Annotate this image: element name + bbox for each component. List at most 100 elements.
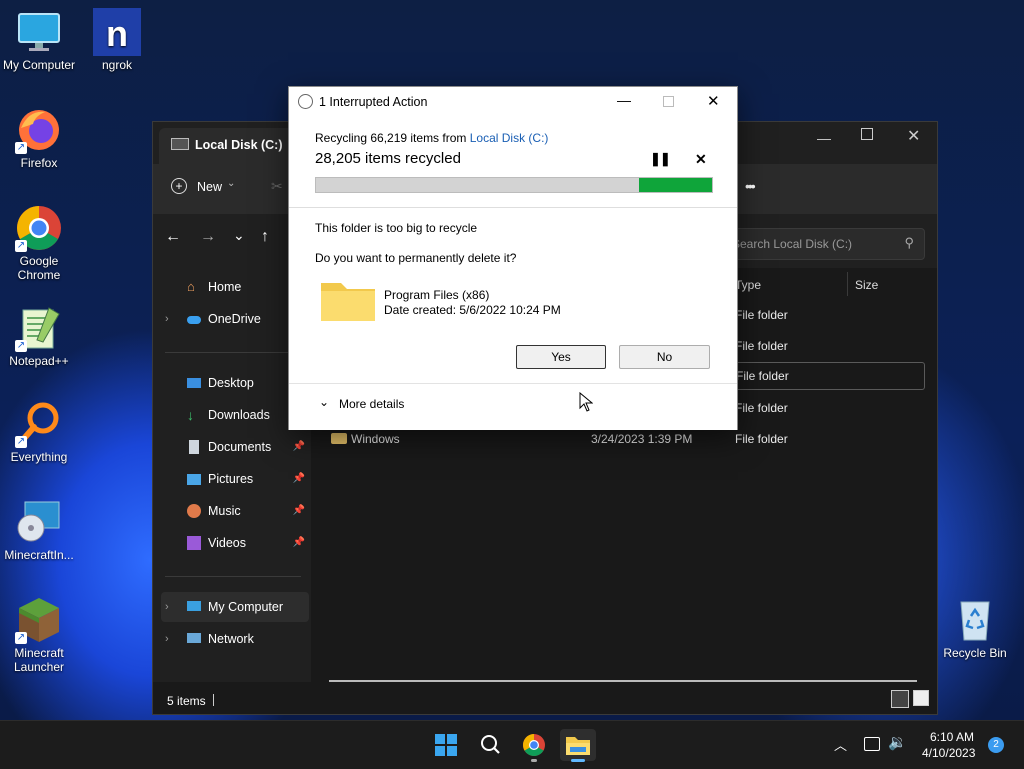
cut-icon[interactable]: ✂: [271, 178, 283, 195]
pause-button[interactable]: ❚❚: [650, 151, 671, 167]
search-input[interactable]: Search Local Disk (C:) ⚲: [723, 228, 925, 260]
dialog-title: 1 Interrupted Action: [319, 95, 428, 109]
music-icon: [187, 504, 201, 518]
nav-item-label: Pictures: [208, 472, 254, 486]
nav-item-label: Downloads: [208, 408, 270, 422]
chrome-icon: [523, 734, 545, 756]
desktop-icon-minecraft-installer[interactable]: MinecraftIn...: [1, 498, 77, 562]
installer-disc-icon: [15, 498, 63, 546]
see-more-button[interactable]: •••: [745, 178, 756, 194]
recent-chevron-icon[interactable]: ⌄: [233, 227, 245, 244]
notepad-plus-plus-icon: ↗: [15, 304, 63, 352]
search-button[interactable]: [472, 729, 508, 761]
close-button[interactable]: ✕: [707, 92, 720, 110]
show-hidden-icons-chevron[interactable]: ︿: [834, 735, 847, 754]
nav-item-onedrive[interactable]: › OneDrive: [161, 304, 309, 334]
nav-item-label: Music: [208, 504, 241, 518]
interrupted-action-dialog: 1 Interrupted Action — ✕ Recycling 66,21…: [288, 86, 738, 430]
up-arrow-icon[interactable]: ↑: [261, 228, 269, 246]
chevron-down-icon: ⌄: [319, 395, 330, 409]
desktop-icon-google-chrome[interactable]: ↗ Google Chrome: [1, 204, 77, 282]
nav-item-my-computer[interactable]: › My Computer: [161, 592, 309, 622]
more-details-toggle[interactable]: ⌄ More details: [319, 395, 419, 415]
svg-text:n: n: [106, 13, 128, 54]
minimize-button[interactable]: —: [617, 92, 631, 108]
desktop-icon-my-computer[interactable]: My Computer: [1, 8, 77, 72]
pictures-icon: [187, 474, 201, 485]
desktop-icon-everything[interactable]: ↗ Everything: [1, 400, 77, 464]
nav-item-home[interactable]: ⌂ Home: [161, 272, 309, 302]
cancel-button[interactable]: ✕: [695, 151, 707, 168]
nav-divider: [165, 352, 301, 353]
desktop-icon-label: Firefox: [20, 156, 58, 170]
desktop-icon-recycle-bin[interactable]: Recycle Bin: [937, 596, 1013, 660]
desktop-icon-label: Notepad++: [9, 354, 69, 368]
nav-item-downloads[interactable]: ↓ Downloads: [161, 400, 309, 430]
yes-button[interactable]: Yes: [516, 345, 606, 369]
explorer-tab-title: Local Disk (C:): [195, 138, 283, 152]
nav-item-videos[interactable]: Videos 📌: [161, 528, 309, 558]
minimize-button[interactable]: —: [817, 130, 831, 146]
progress-fill: [316, 178, 639, 192]
more-details-label: More details: [339, 397, 405, 411]
nav-item-documents[interactable]: Documents 📌: [161, 432, 309, 462]
active-indicator: [571, 759, 585, 762]
progress-indicator: [639, 178, 712, 192]
nav-item-label: OneDrive: [208, 312, 261, 326]
desktop-icon-notepad-plus-plus[interactable]: ↗ Notepad++: [1, 304, 77, 368]
nav-item-network[interactable]: › Network: [161, 624, 309, 654]
dialog-footer: ⌄ More details: [289, 383, 737, 430]
recycling-line: Recycling 66,219 items from Local Disk (…: [315, 131, 548, 145]
file-explorer-icon: [566, 737, 590, 755]
nav-item-desktop[interactable]: Desktop: [161, 368, 309, 398]
nav-item-music[interactable]: Music 📌: [161, 496, 309, 526]
details-view-icon[interactable]: [891, 690, 909, 708]
shortcut-arrow-icon: ↗: [15, 632, 27, 644]
monitor-icon: [15, 8, 63, 56]
new-button-label: New: [197, 180, 223, 194]
desktop-icon-ngrok[interactable]: n ngrok: [79, 8, 155, 72]
nav-item-label: Desktop: [208, 376, 254, 390]
shortcut-arrow-icon: ↗: [15, 240, 27, 252]
close-button[interactable]: ✕: [907, 126, 920, 146]
document-icon: [189, 440, 199, 454]
chevron-right-icon: ›: [165, 601, 169, 613]
desktop-icon-firefox[interactable]: ↗ Firefox: [1, 106, 77, 170]
shortcut-arrow-icon: ↗: [15, 142, 27, 154]
desktop-icon-label: MinecraftIn...: [4, 548, 74, 562]
new-button[interactable]: + New ⌄: [171, 178, 241, 202]
desktop-icon-minecraft-launcher[interactable]: ↗ Minecraft Launcher: [1, 596, 77, 674]
no-button[interactable]: No: [619, 345, 710, 369]
nav-item-label: Documents: [208, 440, 272, 454]
magnifier-icon: ↗: [15, 400, 63, 448]
forward-arrow-icon[interactable]: →: [200, 228, 216, 246]
taskbar-file-explorer-button[interactable]: [560, 729, 596, 762]
back-arrow-icon[interactable]: ←: [165, 228, 181, 246]
nav-item-label: My Computer: [208, 600, 284, 614]
clock-date[interactable]: 4/10/2023: [922, 746, 975, 760]
items-recycled: 28,205 items recycled: [315, 150, 461, 167]
desktop-icon-label: Minecraft Launcher: [13, 646, 65, 674]
column-header-type[interactable]: Type: [735, 278, 761, 292]
shortcut-arrow-icon: ↗: [15, 340, 27, 352]
start-button[interactable]: [428, 729, 464, 761]
plus-icon: +: [171, 178, 187, 194]
column-header-size[interactable]: Size: [855, 278, 878, 292]
desktop-icon-label: Google Chrome: [17, 254, 61, 282]
home-icon: ⌂: [187, 279, 195, 294]
nav-item-pictures[interactable]: Pictures 📌: [161, 464, 309, 494]
tiles-view-icon[interactable]: [913, 690, 929, 706]
taskbar-chrome-button[interactable]: [516, 729, 552, 762]
volume-tray-icon[interactable]: 🔉: [888, 733, 907, 751]
recycling-text: Recycling 66,219 items from: [315, 131, 470, 145]
clock-time[interactable]: 6:10 AM: [930, 730, 974, 744]
progress-bar: [315, 177, 713, 193]
column-divider: [847, 272, 848, 296]
maximize-button[interactable]: [861, 128, 873, 140]
nav-divider: [165, 576, 301, 577]
network-tray-icon[interactable]: [864, 737, 880, 751]
file-date: Date created: 5/6/2022 10:24 PM: [384, 303, 561, 317]
source-link[interactable]: Local Disk (C:): [470, 131, 549, 145]
notification-badge[interactable]: 2: [988, 737, 1004, 753]
dialog-message: This folder is too big to recycle: [315, 221, 478, 235]
